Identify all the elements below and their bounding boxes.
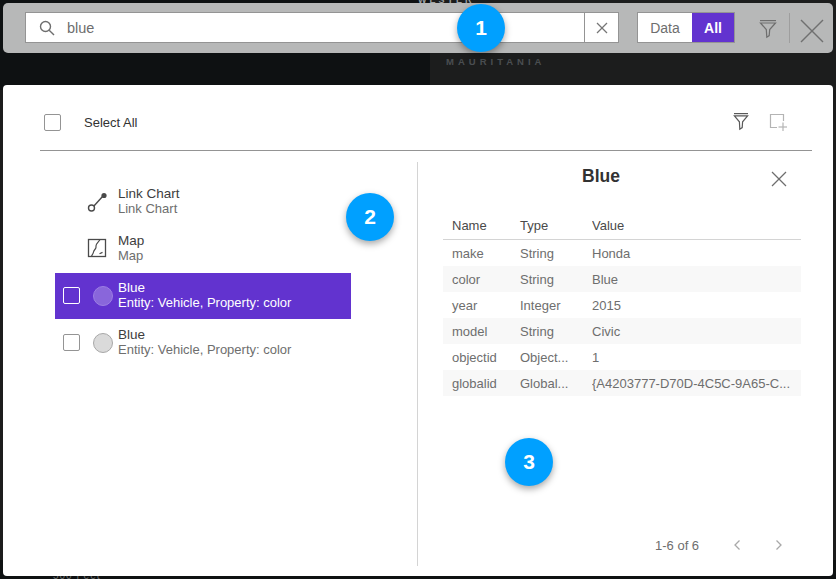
cell-type: String bbox=[520, 272, 592, 287]
result-checkbox[interactable] bbox=[63, 334, 80, 351]
cell-type: String bbox=[520, 246, 592, 261]
cell-type: String bbox=[520, 324, 592, 339]
cell-type: Object... bbox=[520, 350, 592, 365]
results-filter-icon[interactable] bbox=[732, 112, 750, 132]
cell-name: objectid bbox=[443, 350, 520, 365]
search-icon bbox=[39, 20, 55, 36]
result-subtitle: Link Chart bbox=[118, 201, 177, 216]
cell-value: 2015 bbox=[592, 298, 801, 313]
entity-dot-icon bbox=[93, 333, 113, 353]
table-row[interactable]: globalidGlobal...{A4203777-D70D-4C5C-9A6… bbox=[443, 370, 801, 396]
result-subtitle: Map bbox=[118, 248, 143, 263]
attribute-table: Name Type Value makeStringHonda colorStr… bbox=[443, 218, 801, 396]
table-row[interactable]: modelStringCivic bbox=[443, 318, 801, 344]
pagination-next-icon[interactable] bbox=[771, 538, 785, 552]
add-to-map-icon[interactable] bbox=[768, 112, 788, 132]
annotation-step-2: 2 bbox=[346, 193, 394, 241]
pagination-label: 1-6 of 6 bbox=[655, 538, 699, 553]
col-header-value: Value bbox=[592, 218, 801, 239]
select-all-checkbox[interactable] bbox=[44, 114, 61, 131]
filter-icon[interactable] bbox=[757, 18, 779, 40]
select-all-label: Select All bbox=[84, 115, 137, 130]
cell-value: Blue bbox=[592, 272, 801, 287]
search-results-panel: Select All Link Chart Link Chart Map Map… bbox=[3, 85, 833, 576]
cell-name: year bbox=[443, 298, 520, 313]
cell-type: Global... bbox=[520, 376, 592, 391]
result-item-blue[interactable]: Blue Entity: Vehicle, Property: color bbox=[55, 320, 351, 366]
toolbar-divider bbox=[789, 13, 790, 43]
cell-name: model bbox=[443, 324, 520, 339]
result-item-map[interactable]: Map Map bbox=[55, 226, 351, 272]
table-row[interactable]: makeStringHonda bbox=[443, 240, 801, 266]
result-item-blue-selected[interactable]: Blue Entity: Vehicle, Property: color bbox=[55, 273, 351, 319]
annotation-step-3: 3 bbox=[505, 438, 553, 486]
cell-value: Civic bbox=[592, 324, 801, 339]
header-divider bbox=[40, 150, 812, 151]
cell-name: color bbox=[443, 272, 520, 287]
cell-name: make bbox=[443, 246, 520, 261]
map-icon bbox=[87, 238, 107, 258]
result-title: Map bbox=[118, 233, 144, 248]
scope-data-button[interactable]: Data bbox=[638, 13, 692, 42]
cell-value: Honda bbox=[592, 246, 801, 261]
link-chart-icon bbox=[87, 191, 109, 213]
cell-value: {A4203777-D70D-4C5C-9A65-C... bbox=[592, 376, 801, 391]
clear-icon bbox=[596, 22, 608, 34]
cell-value: 1 bbox=[592, 350, 801, 365]
search-input[interactable]: blue bbox=[25, 12, 619, 43]
entity-dot-icon bbox=[93, 286, 113, 306]
result-title: Blue bbox=[118, 327, 145, 342]
result-title: Blue bbox=[118, 280, 145, 295]
table-row[interactable]: colorStringBlue bbox=[443, 266, 801, 292]
scope-all-button[interactable]: All bbox=[692, 13, 734, 42]
result-item-link-chart[interactable]: Link Chart Link Chart bbox=[55, 179, 351, 225]
clear-search-button[interactable] bbox=[584, 12, 618, 43]
annotation-step-1: 1 bbox=[457, 4, 505, 52]
pagination-prev-icon[interactable] bbox=[731, 538, 745, 552]
search-scope-toggle: Data All bbox=[637, 12, 735, 43]
close-search-icon[interactable] bbox=[797, 16, 827, 46]
map-label-mauritania: MAURITANIA bbox=[446, 56, 545, 67]
page: WESTER MAURITANIA 500 Feet blue Data All… bbox=[0, 0, 836, 579]
panel-divider bbox=[417, 162, 418, 566]
search-value: blue bbox=[67, 20, 584, 36]
table-row[interactable]: yearInteger2015 bbox=[443, 292, 801, 318]
result-subtitle: Entity: Vehicle, Property: color bbox=[118, 295, 291, 310]
attribute-table-header: Name Type Value bbox=[443, 218, 801, 240]
result-title: Link Chart bbox=[118, 186, 180, 201]
result-checkbox[interactable] bbox=[63, 287, 80, 304]
table-row[interactable]: objectidObject...1 bbox=[443, 344, 801, 370]
col-header-name: Name bbox=[443, 218, 520, 239]
cell-name: globalid bbox=[443, 376, 520, 391]
search-toolbar: blue Data All bbox=[3, 3, 833, 53]
col-header-type: Type bbox=[520, 218, 592, 239]
result-subtitle: Entity: Vehicle, Property: color bbox=[118, 342, 291, 357]
detail-close-icon[interactable] bbox=[770, 170, 788, 188]
detail-title: Blue bbox=[417, 166, 785, 187]
cell-type: Integer bbox=[520, 298, 592, 313]
